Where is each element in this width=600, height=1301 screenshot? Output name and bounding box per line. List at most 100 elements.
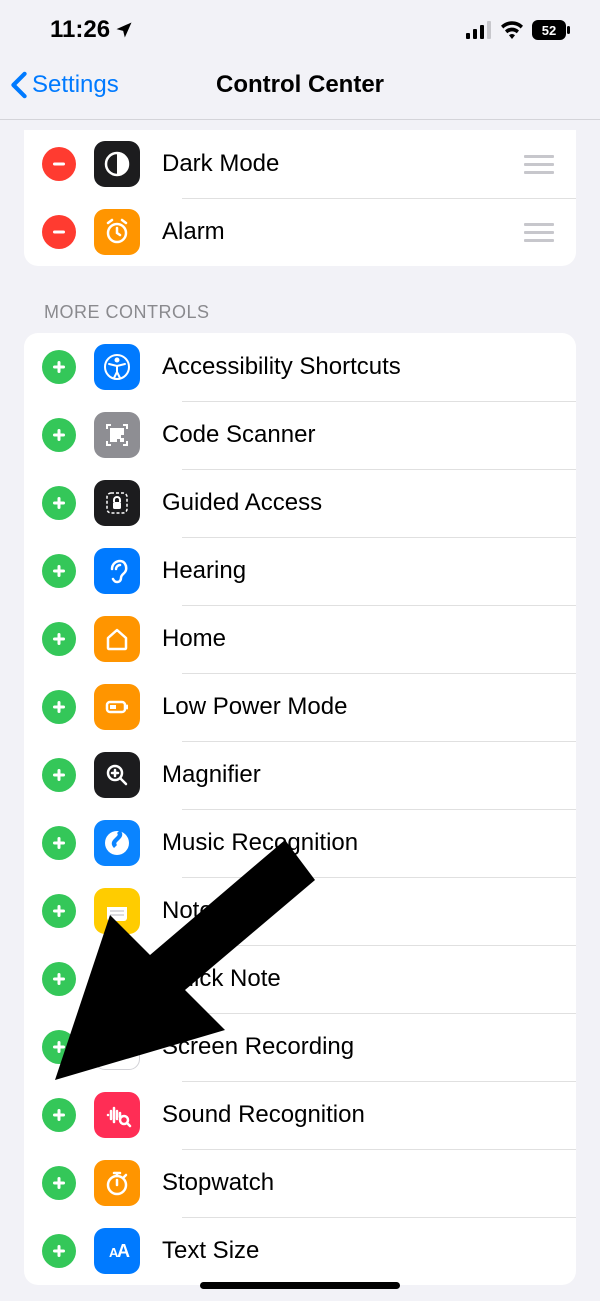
- plus-icon: [50, 358, 68, 376]
- list-row-accessibility[interactable]: Accessibility Shortcuts: [24, 333, 576, 401]
- add-button[interactable]: [42, 486, 76, 520]
- list-row-notes[interactable]: Notes: [24, 877, 576, 945]
- plus-icon: [50, 1242, 68, 1260]
- back-label: Settings: [32, 71, 119, 99]
- row-label: Music Recognition: [162, 829, 576, 857]
- list-row-dark-mode[interactable]: Dark Mode: [24, 130, 576, 198]
- row-label: Dark Mode: [162, 150, 536, 178]
- home-icon: [94, 616, 140, 662]
- add-button[interactable]: [42, 1098, 76, 1132]
- navbar: Settings Control Center: [0, 60, 600, 120]
- drag-handle[interactable]: [536, 223, 576, 242]
- clock-text: 11:26: [50, 16, 110, 44]
- status-bar: 11:26 52: [0, 0, 600, 60]
- add-button[interactable]: [42, 1234, 76, 1268]
- plus-icon: [50, 630, 68, 648]
- status-right: 52: [466, 20, 570, 40]
- list-row-quick-note[interactable]: Quick Note: [24, 945, 576, 1013]
- add-button[interactable]: [42, 962, 76, 996]
- plus-icon: [50, 494, 68, 512]
- add-button[interactable]: [42, 622, 76, 656]
- dark-mode-icon: [94, 141, 140, 187]
- plus-icon: [50, 766, 68, 784]
- plus-icon: [50, 562, 68, 580]
- qr-icon: [94, 412, 140, 458]
- wifi-icon: [500, 21, 524, 39]
- textsize-icon: AA: [94, 1228, 140, 1274]
- cellular-icon: [466, 21, 492, 39]
- add-button[interactable]: [42, 418, 76, 452]
- add-button[interactable]: [42, 826, 76, 860]
- list-row-sound-recognition[interactable]: Sound Recognition: [24, 1081, 576, 1149]
- row-label: Code Scanner: [162, 421, 576, 449]
- row-label: Quick Note: [162, 965, 576, 993]
- add-button[interactable]: [42, 758, 76, 792]
- plus-icon: [50, 970, 68, 988]
- row-label: Magnifier: [162, 761, 576, 789]
- list-row-low-power[interactable]: Low Power Mode: [24, 673, 576, 741]
- battery-icon: [94, 684, 140, 730]
- row-label: Text Size: [162, 1237, 576, 1265]
- list-row-hearing[interactable]: Hearing: [24, 537, 576, 605]
- svg-text:A: A: [117, 1241, 130, 1261]
- shazam-icon: [94, 820, 140, 866]
- row-label: Stopwatch: [162, 1169, 576, 1197]
- row-label: Accessibility Shortcuts: [162, 353, 576, 381]
- list-row-text-size[interactable]: AA Text Size: [24, 1217, 576, 1285]
- minus-icon: [50, 223, 68, 241]
- plus-icon: [50, 902, 68, 920]
- plus-icon: [50, 1174, 68, 1192]
- list-row-guided-access[interactable]: Guided Access: [24, 469, 576, 537]
- list-row-alarm[interactable]: Alarm: [24, 198, 576, 266]
- accessibility-icon: [94, 344, 140, 390]
- ear-icon: [94, 548, 140, 594]
- list-row-screen-recording[interactable]: Screen Recording: [24, 1013, 576, 1081]
- drag-handle[interactable]: [536, 155, 576, 174]
- row-label: Guided Access: [162, 489, 576, 517]
- plus-icon: [50, 1106, 68, 1124]
- row-label: Notes: [162, 897, 576, 925]
- row-label: Home: [162, 625, 576, 653]
- more-controls-section: Accessibility Shortcuts Code Scanner Gui…: [24, 333, 576, 1285]
- row-label: Hearing: [162, 557, 576, 585]
- home-indicator[interactable]: [200, 1282, 400, 1289]
- quicknote-icon: [94, 956, 140, 1002]
- add-button[interactable]: [42, 350, 76, 384]
- minus-icon: [50, 155, 68, 173]
- row-label: Screen Recording: [162, 1033, 576, 1061]
- back-button[interactable]: Settings: [10, 71, 119, 99]
- battery-icon: 52: [532, 20, 570, 40]
- plus-icon: [50, 1038, 68, 1056]
- list-row-home[interactable]: Home: [24, 605, 576, 673]
- add-button[interactable]: [42, 554, 76, 588]
- plus-icon: [50, 834, 68, 852]
- remove-button[interactable]: [42, 215, 76, 249]
- lock-icon: [94, 480, 140, 526]
- stopwatch-icon: [94, 1160, 140, 1206]
- plus-icon: [50, 426, 68, 444]
- plus-icon: [50, 698, 68, 716]
- included-controls-section: Dark Mode Alarm: [24, 130, 576, 266]
- add-button[interactable]: [42, 894, 76, 928]
- row-label: Low Power Mode: [162, 693, 576, 721]
- more-controls-header: More Controls: [44, 302, 600, 323]
- list-row-stopwatch[interactable]: Stopwatch: [24, 1149, 576, 1217]
- sound-icon: [94, 1092, 140, 1138]
- list-row-magnifier[interactable]: Magnifier: [24, 741, 576, 809]
- notes-icon: [94, 888, 140, 934]
- status-time: 11:26: [50, 16, 134, 44]
- magnifier-icon: [94, 752, 140, 798]
- remove-button[interactable]: [42, 147, 76, 181]
- add-button[interactable]: [42, 1166, 76, 1200]
- row-label: Alarm: [162, 218, 536, 246]
- add-button[interactable]: [42, 690, 76, 724]
- list-row-music-recognition[interactable]: Music Recognition: [24, 809, 576, 877]
- chevron-left-icon: [10, 71, 28, 99]
- add-button[interactable]: [42, 1030, 76, 1064]
- row-label: Sound Recognition: [162, 1101, 576, 1129]
- record-icon: [94, 1024, 140, 1070]
- location-icon: [114, 20, 134, 40]
- alarm-icon: [94, 209, 140, 255]
- list-row-code-scanner[interactable]: Code Scanner: [24, 401, 576, 469]
- svg-text:52: 52: [542, 23, 556, 38]
